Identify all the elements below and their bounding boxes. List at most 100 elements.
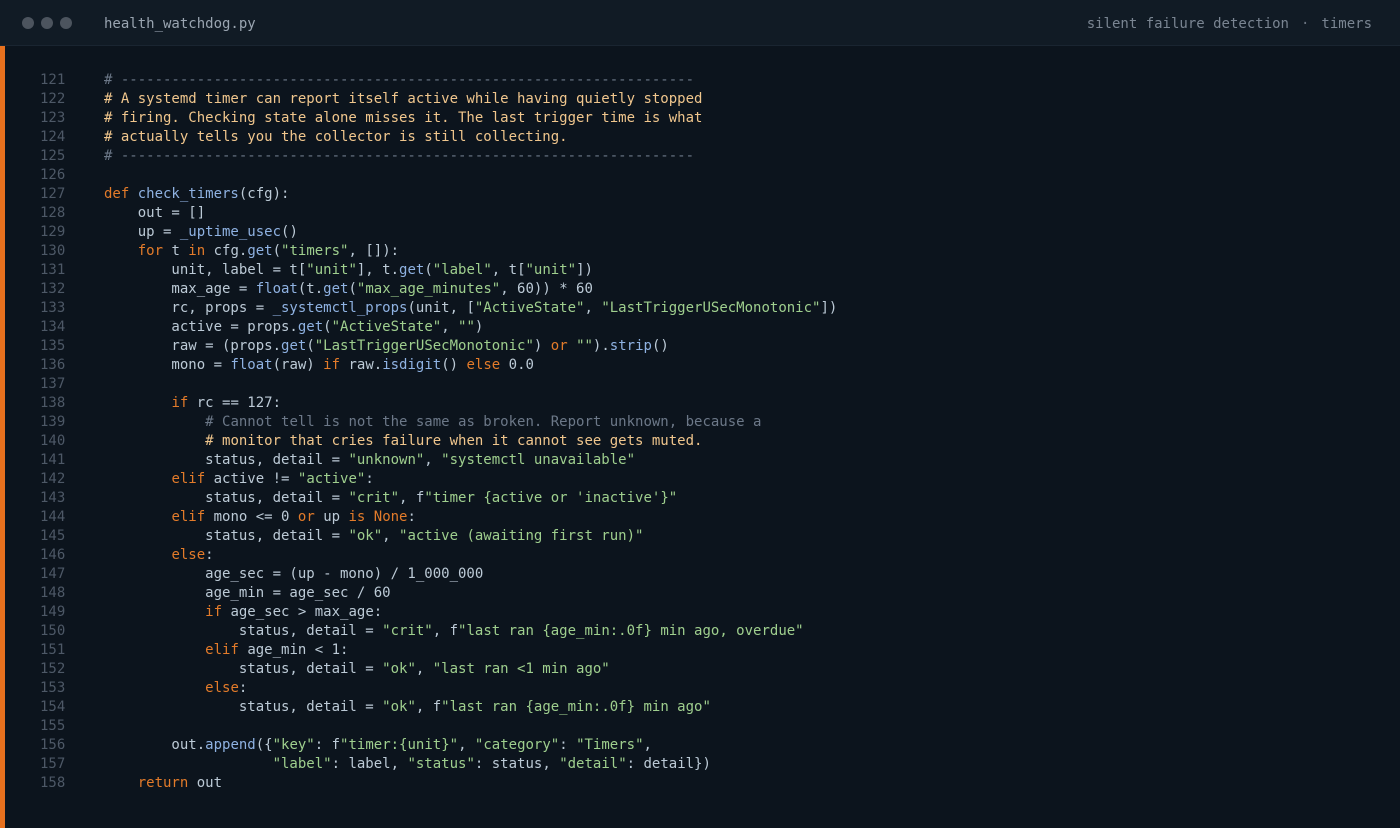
close-dot-icon[interactable] [22,17,34,29]
code-line[interactable]: 121 # -----------------------------------… [0,71,1400,90]
code-text: return out [104,774,222,793]
line-number: 149 [40,604,66,620]
code-editor[interactable]: 121 # -----------------------------------… [0,71,1400,793]
code-token: , [382,528,400,544]
code-token: float [230,357,273,373]
code-text: for t in cfg.get("timers", []): [104,242,399,261]
code-text: status, detail = "ok", "active (awaiting… [104,527,643,546]
code-token: "last ran {age_min:.0f} min ago" [441,699,711,715]
code-line[interactable]: 153 else: [0,679,1400,698]
line-number: 130 [40,243,66,259]
code-token: _uptime_usec [179,224,282,240]
code-line[interactable]: 134 active = props.get("ActiveState", ""… [0,318,1400,337]
title-bar: health_watchdog.py silent failure detect… [0,0,1400,46]
code-line[interactable]: 155 [0,717,1400,736]
code-token: "unknown" [348,452,425,468]
code-line[interactable]: 122 # A systemd timer can report itself a… [0,90,1400,109]
code-line[interactable]: 148 age_min = age_sec / 60 [0,584,1400,603]
code-token: 0.0 [508,357,534,373]
code-line[interactable]: 146 else: [0,546,1400,565]
code-token: "timer {active or 'inactive'}" [424,490,678,506]
code-line[interactable]: 137 [0,375,1400,394]
code-token: ({ [255,737,273,753]
code-token: : detail}) [626,756,711,772]
code-text: # monitor that cries failure when it can… [104,432,702,451]
code-token: "" [458,319,475,335]
code-line[interactable]: 156 out.append({"key": f"timer:{unit}", … [0,736,1400,755]
code-token: , 60)) * 60 [500,281,593,297]
code-line[interactable]: 142 elif active != "active": [0,470,1400,489]
code-line[interactable]: 131 unit, label = t["unit"], t.get("labe… [0,261,1400,280]
code-line[interactable]: 140 # monitor that cries failure when it… [0,432,1400,451]
code-token: # --------------------------------------… [104,148,695,164]
code-token: # --------------------------------------… [104,72,695,88]
code-token: ( [348,281,357,297]
code-line[interactable]: 129 up = _uptime_usec() [0,223,1400,242]
code-line[interactable]: 141 status, detail = "unknown", "systemc… [0,451,1400,470]
code-token: raw. [348,357,383,373]
code-line[interactable]: 145 status, detail = "ok", "active (awai… [0,527,1400,546]
code-token: "last ran {age_min:.0f} min ago, overdue… [458,623,804,639]
code-token: if [171,395,197,411]
code-text: # A systemd timer can report itself acti… [104,90,702,109]
code-token: ( [424,262,433,278]
code-text: # firing. Checking state alone misses it… [104,109,702,128]
code-line[interactable]: 125 # -----------------------------------… [0,147,1400,166]
code-line[interactable]: 144 elif mono <= 0 or up is None: [0,508,1400,527]
code-line[interactable]: 158 return out [0,774,1400,793]
line-number: 137 [40,376,66,392]
code-line[interactable]: 157 "label": label, "status": status, "d… [0,755,1400,774]
code-line[interactable]: 147 age_sec = (up - mono) / 1_000_000 [0,565,1400,584]
code-line[interactable]: 126 [0,166,1400,185]
code-text: status, detail = "ok", "last ran <1 min … [104,660,610,679]
code-line[interactable]: 124 # actually tells you the collector is… [0,128,1400,147]
code-token: unit, label = t[ [104,262,307,278]
line-number: 153 [40,680,66,696]
code-text: out = [] [104,204,205,223]
code-token: "LastTriggerUSecMonotonic" [601,300,821,316]
minimize-dot-icon[interactable] [41,17,53,29]
code-token: "Timers" [576,737,644,753]
code-line[interactable]: 143 status, detail = "crit", f"timer {ac… [0,489,1400,508]
code-line[interactable]: 136 mono = float(raw) if raw.isdigit() e… [0,356,1400,375]
code-token: status, detail = [104,528,349,544]
maximize-dot-icon[interactable] [60,17,72,29]
line-number: 135 [40,338,66,354]
code-line[interactable]: 127 def check_timers(cfg): [0,185,1400,204]
code-text: active = props.get("ActiveState", "") [104,318,483,337]
line-number: 154 [40,699,66,715]
code-token: elif [205,642,248,658]
code-line[interactable]: 128 out = [] [0,204,1400,223]
code-token: (raw) [272,357,324,373]
code-token: status, detail = [104,490,349,506]
code-line[interactable]: 154 status, detail = "ok", f"last ran {a… [0,698,1400,717]
code-token: "ok" [382,699,416,715]
code-line[interactable]: 133 rc, props = _systemctl_props(unit, [… [0,299,1400,318]
code-token: or [550,338,577,354]
code-line[interactable]: 151 elif age_min < 1: [0,641,1400,660]
code-line[interactable]: 132 max_age = float(t.get("max_age_minut… [0,280,1400,299]
code-line[interactable]: 152 status, detail = "ok", "last ran <1 … [0,660,1400,679]
code-token: "label" [272,756,332,772]
code-token: : label, [331,756,408,772]
code-line[interactable]: 130 for t in cfg.get("timers", []): [0,242,1400,261]
code-line[interactable]: 135 raw = (props.get("LastTriggerUSecMon… [0,337,1400,356]
code-token: "status" [407,756,475,772]
code-token: "active (awaiting first run)" [399,528,644,544]
line-number: 122 [40,91,66,107]
code-text: status, detail = "unknown", "systemctl u… [104,451,635,470]
code-token: # firing. Checking state alone misses it… [104,110,703,126]
code-line[interactable]: 123 # firing. Checking state alone misses… [0,109,1400,128]
line-number: 123 [40,110,66,126]
code-line[interactable]: 149 if age_sec > max_age: [0,603,1400,622]
code-token: ). [592,338,610,354]
code-line[interactable]: 139 # Cannot tell is not the same as bro… [0,413,1400,432]
code-line[interactable]: 138 if rc == 127: [0,394,1400,413]
line-number: 141 [40,452,66,468]
code-text: # actually tells you the collector is st… [104,128,568,147]
code-token: "unit" [306,262,357,278]
line-number: 132 [40,281,66,297]
code-line[interactable]: 150 status, detail = "crit", f"last ran … [0,622,1400,641]
code-text: age_min = age_sec / 60 [104,584,390,603]
